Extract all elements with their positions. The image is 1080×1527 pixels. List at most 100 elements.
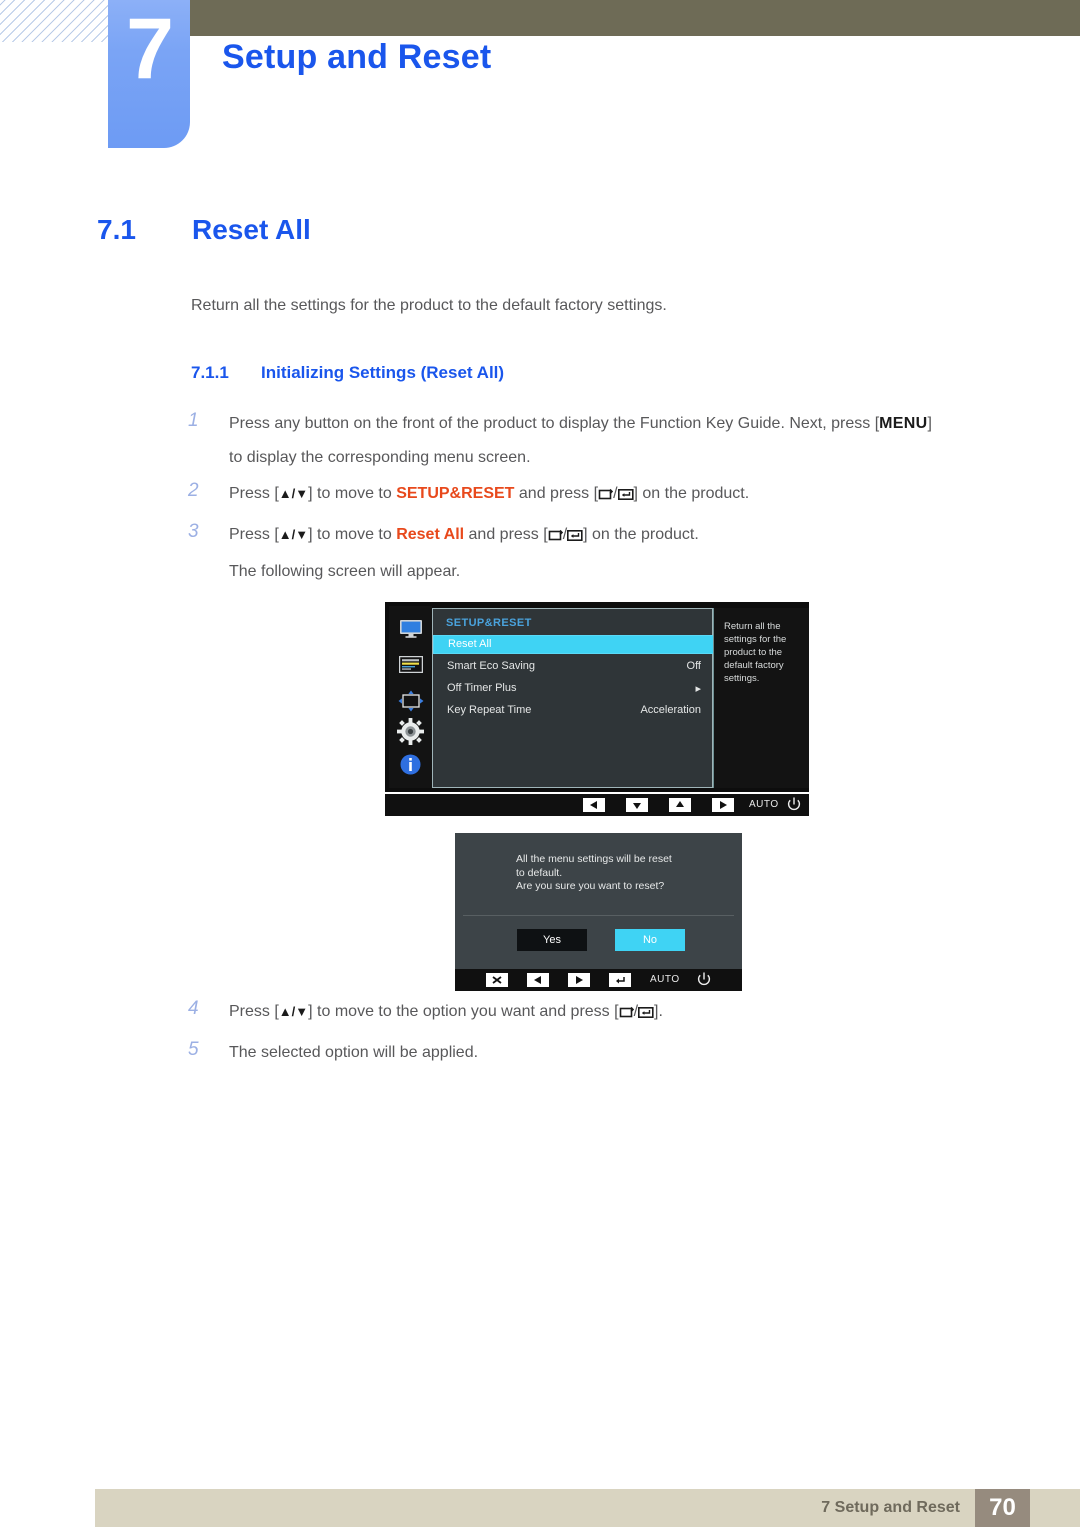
source-key-icon [619,1001,634,1029]
step-item: 4 Press [▲/▼] to move to the option you … [188,998,1068,1029]
hatch-decoration [0,0,112,42]
osd-reset-dialog-screenshot: All the menu settings will be reset to d… [455,833,742,991]
osd-row-label: Off Timer Plus [447,682,517,694]
osd-row-submenu-arrow-icon: ▸ [695,683,701,695]
dialog-no-button[interactable]: No [615,929,685,951]
dialog-divider [463,915,734,916]
step-item: 3 Press [▲/▼] to move to Reset All and p… [188,521,1068,552]
dialog-message-line-2: to default. [516,866,563,879]
step-highlight-term: SETUP&RESET [396,485,515,502]
arrow-keys-label: ▲/▼ [278,486,309,501]
step-text-pre: Press any button on the front of the pro… [229,415,880,432]
steps-list-top: 1 Press any button on the front of the p… [188,410,1068,594]
step-item: 2 Press [▲/▼] to move to SETUP&RESET and… [188,480,1068,511]
osd-description-panel: Return all the settings for the product … [713,608,809,788]
step-number: 1 [188,410,199,431]
left-icon[interactable] [583,798,605,817]
power-icon[interactable] [697,972,711,992]
right-icon[interactable] [568,973,590,992]
osd-row-label: Key Repeat Time [447,704,532,716]
down-icon[interactable] [626,798,648,817]
source-key-icon [598,483,614,511]
step-text-p1: Press [ [229,526,279,543]
step-text-p4: ]. [654,1003,663,1020]
subsection-title: Initializing Settings (Reset All) [261,363,505,382]
step-text: Press any button on the front of the pro… [229,415,932,432]
right-icon[interactable] [712,798,734,817]
section-heading: 7.1 Reset All [97,214,311,246]
monitor-icon [399,619,423,643]
page-footer: 7 Setup and Reset 70 [95,1489,1080,1527]
close-icon[interactable] [486,973,508,992]
step-text: Press [▲/▼] to move to SETUP&RESET and p… [229,485,749,502]
enter-key-icon [638,1001,654,1029]
page-number-box: 70 [975,1489,1030,1527]
osd-keybar: AUTO [385,794,809,816]
enter-icon[interactable] [609,973,631,992]
arrow-keys-label: ▲/▼ [278,527,309,542]
osd-icon-column [389,606,432,788]
step-highlight-term: Reset All [396,526,465,543]
step-text: The selected option will be applied. [229,1044,479,1061]
step-number: 3 [188,521,199,542]
section-title: Reset All [192,214,311,245]
step-text-p4: ] on the product. [633,485,750,502]
osd-dialog: All the menu settings will be reset to d… [455,833,742,969]
step-number: 5 [188,1039,199,1060]
menu-key-label: MENU [879,415,928,432]
osd-row-off-timer-plus[interactable]: Off Timer Plus ▸ [433,679,714,698]
step-text-p2: ] to move to [308,485,397,502]
osd-row-label: Smart Eco Saving [447,660,536,672]
osd-menu-title: SETUP&RESET [446,617,532,629]
step-number: 4 [188,998,199,1019]
gear-icon [397,718,424,750]
step-continuation: The following screen will appear. [229,563,461,580]
osd-row-smart-eco-saving[interactable]: Smart Eco Saving Off [433,657,714,676]
step-text-p1: Press [ [229,485,279,502]
chapter-title: Setup and Reset [222,38,492,76]
enter-key-icon [617,483,634,511]
osd-row-reset-all[interactable]: Reset All [433,635,714,654]
dialog-message-line-1: All the menu settings will be reset [516,853,672,865]
auto-label[interactable]: AUTO [749,799,779,810]
up-icon[interactable] [669,798,691,817]
subsection-number: 7.1.1 [191,363,229,382]
dialog-message: All the menu settings will be reset to d… [516,853,731,894]
arrow-keys-label: ▲/▼ [278,1004,309,1019]
information-icon [400,754,421,780]
chapter-number: 7 [126,1,174,97]
step-number: 2 [188,480,199,501]
osd-row-key-repeat-time[interactable]: Key Repeat Time Acceleration [433,701,714,720]
left-icon[interactable] [527,973,549,992]
step-text-post: ] [927,415,932,432]
header-olive-bar [190,0,1080,36]
footer-text: 7 Setup and Reset [821,1499,960,1516]
step-text-p3: and press [ [464,526,548,543]
osd-screen: SETUP&RESET Reset All Smart Eco Saving O… [385,602,809,792]
section-number: 7.1 [97,214,136,245]
chapter-tab: 7 [108,0,190,148]
step-text-p3: and press [ [514,485,599,502]
dialog-message-line-3: Are you sure you want to reset? [516,880,665,892]
osd-row-value: Off [686,660,701,672]
step-text: Press [▲/▼] to move to the option you wa… [229,1003,663,1020]
osd-dialog-keybar: AUTO [455,969,742,991]
dialog-yes-button[interactable]: Yes [517,929,587,951]
subsection-heading: 7.1.1 Initializing Settings (Reset All) [191,363,504,383]
step-text-p4: ] on the product. [583,526,699,543]
step-item: 5 The selected option will be applied. [188,1039,1068,1067]
enter-key-icon [567,524,583,552]
page-number: 70 [989,1494,1016,1521]
step-text-p2: ] to move to [308,526,397,543]
power-icon[interactable] [787,797,801,817]
step-item: 1 Press any button on the front of the p… [188,410,1068,438]
steps-list-bottom: 4 Press [▲/▼] to move to the option you … [188,998,1068,1077]
section-lead-text: Return all the settings for the product … [191,297,667,314]
auto-label[interactable]: AUTO [650,974,680,985]
step-text-p1: Press [ [229,1003,279,1020]
osd-menu-screenshot: SETUP&RESET Reset All Smart Eco Saving O… [385,602,809,816]
osd-row-label: Reset All [448,638,492,650]
screen-adjust-icon [398,690,424,717]
osd-row-value: Acceleration [640,704,701,716]
step-text: Press [▲/▼] to move to Reset All and pre… [229,526,699,543]
